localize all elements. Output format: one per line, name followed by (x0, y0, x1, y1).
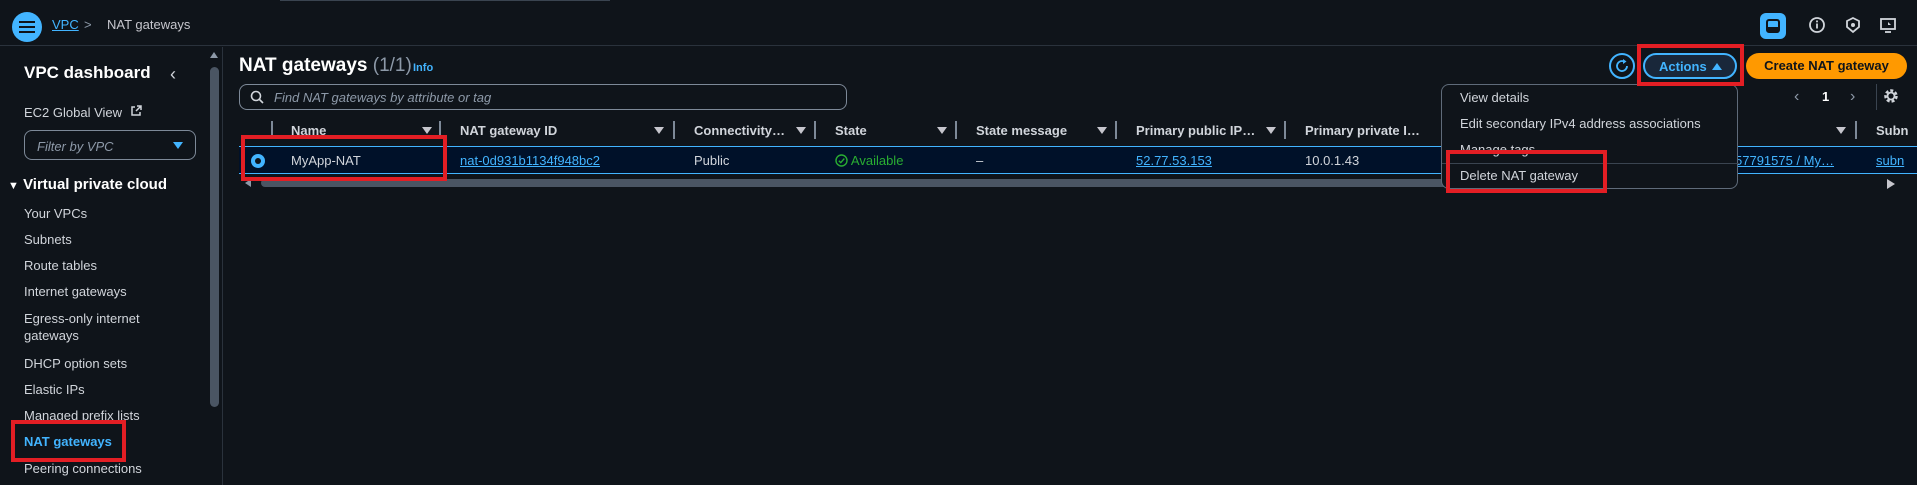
ec2-global-view-label: EC2 Global View (24, 105, 123, 120)
sort-icon[interactable] (937, 127, 947, 134)
shield-icon (1846, 16, 1860, 34)
pagination-next-icon[interactable]: › (1850, 88, 1855, 106)
cell-state-message: – (976, 153, 984, 168)
column-header-subnet[interactable]: Subn (1876, 123, 1909, 138)
vpc-filter-select[interactable]: Filter by VPC (24, 130, 196, 160)
sort-icon[interactable] (1836, 127, 1846, 134)
column-divider[interactable] (673, 121, 675, 139)
column-header-connectivity[interactable]: Connectivity… (694, 123, 785, 138)
sidebar-item-subnets[interactable]: Subnets (24, 232, 72, 247)
cell-state-text: Available (850, 153, 904, 168)
top-navigation: VPC > NAT gateways (0, 0, 1917, 46)
breadcrumb-current: NAT gateways (107, 17, 191, 32)
external-link-icon (130, 105, 142, 116)
sidebar-scrollbar[interactable] (207, 47, 221, 485)
sidebar-item-your-vpcs[interactable]: Your VPCs (24, 206, 87, 221)
column-header-public-ip[interactable]: Primary public IP… (1136, 123, 1255, 138)
info-icon (1809, 17, 1825, 33)
panel-toggle-button[interactable] (1760, 13, 1786, 39)
cell-private-ip: 10.0.1.43 (1305, 153, 1360, 168)
refresh-icon (1616, 59, 1628, 72)
pagination-prev-icon[interactable]: ‹ (1794, 88, 1799, 106)
triangle-down-icon: ▼ (8, 180, 19, 192)
sidebar-section-vpc[interactable]: ▼ Virtual private cloud (8, 176, 167, 193)
cell-state: Available (835, 153, 903, 168)
column-header-private-ip[interactable]: Primary private I… (1305, 123, 1420, 138)
search-icon (250, 90, 264, 104)
page-count: (1/1) (372, 55, 412, 76)
scroll-up-arrow[interactable] (210, 52, 218, 58)
sort-icon[interactable] (796, 127, 806, 134)
column-divider[interactable] (1855, 121, 1857, 139)
monitor-icon (1880, 18, 1896, 33)
sidebar-item-dhcp[interactable]: DHCP option sets (24, 356, 127, 371)
pagination-current-page[interactable]: 1 (1822, 89, 1829, 104)
cell-vpc-link[interactable]: 57791575 / My… (1735, 153, 1834, 168)
sort-icon[interactable] (1266, 127, 1276, 134)
sidebar-item-route-tables[interactable]: Route tables (24, 258, 97, 273)
sidebar-section-label: Virtual private cloud (23, 176, 167, 193)
column-divider[interactable] (1284, 121, 1286, 139)
column-divider[interactable] (955, 121, 957, 139)
sidebar-item-elastic-ips[interactable]: Elastic IPs (24, 382, 85, 397)
page-title-text: NAT gateways (239, 55, 368, 76)
sort-icon[interactable] (654, 127, 664, 134)
search-field[interactable]: Find NAT gateways by attribute or tag (239, 84, 847, 110)
highlight-box-delete (1446, 150, 1607, 193)
breadcrumb-vpc-link[interactable]: VPC (52, 17, 79, 32)
check-circle-icon (835, 154, 848, 167)
panel-icon (1766, 19, 1780, 33)
refresh-button[interactable] (1609, 53, 1635, 79)
sidebar-divider (222, 47, 223, 485)
sidebar-item-peering[interactable]: Peering connections (24, 461, 142, 476)
info-button[interactable] (1806, 14, 1828, 36)
column-header-state-message[interactable]: State message (976, 123, 1067, 138)
cell-connectivity: Public (694, 153, 730, 168)
sort-icon[interactable] (422, 127, 432, 134)
security-button[interactable] (1842, 14, 1864, 36)
cell-public-ip-link[interactable]: 52.77.53.153 (1136, 153, 1212, 168)
cell-subnet-link[interactable]: subn (1876, 153, 1904, 168)
create-nat-gateway-button[interactable]: Create NAT gateway (1746, 53, 1907, 79)
column-header-nat-id[interactable]: NAT gateway ID (460, 123, 557, 138)
column-divider[interactable] (1115, 121, 1117, 139)
hamburger-menu-button[interactable] (12, 12, 42, 42)
table-scroll-thumb[interactable] (261, 179, 1621, 187)
top-divider (280, 0, 610, 1)
menu-item-edit-secondary-ipv4[interactable]: Edit secondary IPv4 address associations (1460, 116, 1701, 131)
sidebar-scroll-thumb[interactable] (210, 67, 219, 407)
gear-icon (1884, 89, 1898, 103)
cell-nat-id-link[interactable]: nat-0d931b1134f948bc2 (460, 153, 600, 168)
menu-icon (19, 21, 35, 33)
pagination-divider (1876, 84, 1877, 110)
menu-item-view-details[interactable]: View details (1460, 90, 1529, 105)
page-title: NAT gateways (1/1) (239, 55, 412, 77)
sort-icon[interactable] (1097, 127, 1107, 134)
highlight-box-actions (1637, 44, 1744, 86)
info-link[interactable]: Info (413, 62, 433, 74)
scroll-right-arrow[interactable] (1887, 179, 1895, 189)
ec2-global-view-link[interactable]: EC2 Global View (24, 105, 142, 120)
feedback-button[interactable] (1877, 14, 1899, 36)
highlight-box-nat-gateways (11, 420, 126, 462)
sidebar-item-egress-only[interactable]: Egress-only internet (24, 311, 140, 326)
highlight-box-row-name (241, 135, 447, 181)
breadcrumb-separator: > (84, 17, 92, 32)
column-divider[interactable] (814, 121, 816, 139)
collapse-sidebar-icon[interactable]: ‹ (170, 64, 176, 85)
table-settings-button[interactable] (1882, 87, 1900, 108)
vpc-filter-placeholder: Filter by VPC (37, 139, 114, 154)
caret-down-icon (173, 142, 183, 149)
sidebar-item-internet-gateways[interactable]: Internet gateways (24, 284, 127, 299)
sidebar-item-egress-only-cont[interactable]: gateways (24, 328, 79, 343)
column-header-state[interactable]: State (835, 123, 867, 138)
sidebar-title[interactable]: VPC dashboard (24, 63, 151, 83)
search-placeholder: Find NAT gateways by attribute or tag (274, 90, 492, 105)
